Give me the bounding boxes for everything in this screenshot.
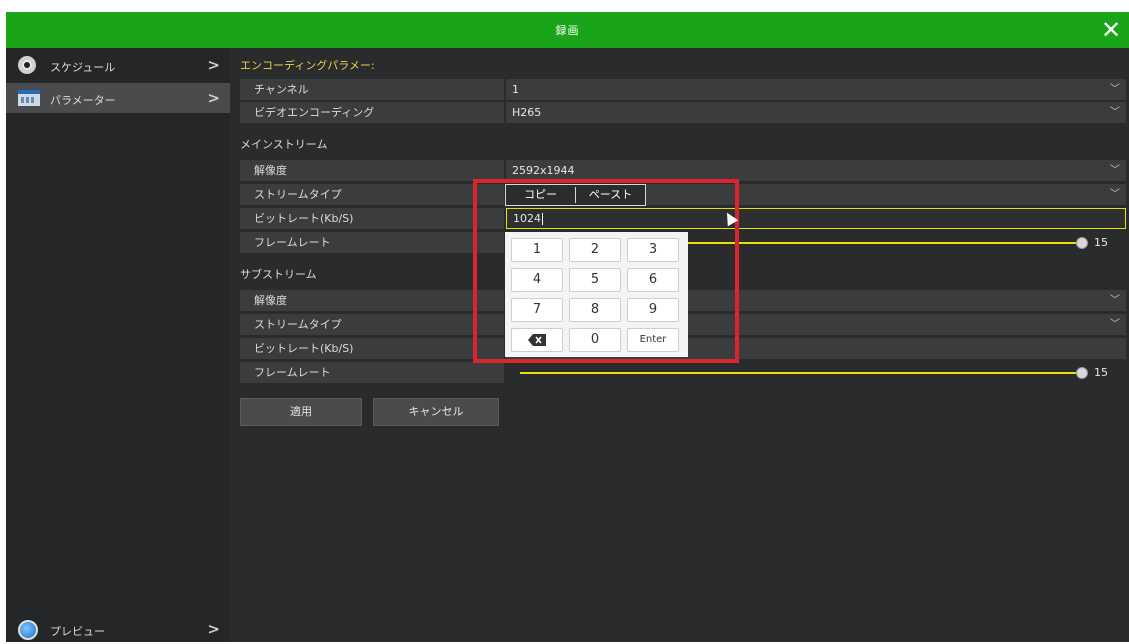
video-encoding-value: H265 — [512, 106, 542, 119]
sub-framerate-label: フレームレート — [240, 362, 504, 383]
channel-value: 1 — [512, 83, 519, 96]
channel-row: チャンネル 1 ﹀ — [240, 79, 1126, 101]
main-resolution-label: 解像度 — [240, 160, 504, 181]
sub-resolution-label: 解像度 — [240, 290, 504, 311]
chevron-down-icon: ﹀ — [1110, 295, 1120, 306]
main-stream-type-label: ストリームタイプ — [240, 184, 504, 205]
sidebar-item-preview[interactable]: プレビュー > — [6, 614, 230, 644]
sub-framerate-row: フレームレート 15 — [240, 362, 1126, 384]
chevron-down-icon: ﹀ — [1110, 165, 1120, 176]
sub-bitrate-label: ビットレート(Kb/S) — [240, 338, 504, 359]
chevron-down-icon: ﹀ — [1110, 84, 1120, 95]
slider-track — [520, 372, 1082, 374]
main-framerate-value: 15 — [1094, 236, 1108, 249]
encoding-heading: エンコーディングパラメー: — [240, 59, 375, 72]
slider-handle[interactable] — [1076, 237, 1088, 249]
chevron-down-icon: ﹀ — [1110, 319, 1120, 330]
main-framerate-label: フレームレート — [240, 232, 504, 253]
main-resolution-value: 2592x1944 — [512, 164, 575, 177]
chevron-down-icon: ﹀ — [1110, 189, 1120, 200]
chevron-down-icon: ﹀ — [1110, 107, 1120, 118]
window-title: 録画 — [555, 24, 580, 37]
chevron-right-icon: > — [207, 56, 220, 74]
title-bar: 録画 ✕ — [6, 12, 1129, 48]
main-stream-heading: メインストリーム — [240, 138, 328, 151]
chevron-right-icon: > — [207, 620, 220, 638]
video-encoding-label: ビデオエンコーディング — [240, 102, 504, 123]
calendar-icon — [18, 90, 40, 106]
chevron-right-icon: > — [207, 89, 220, 107]
main-resolution-select[interactable]: 2592x1944 ﹀ — [506, 160, 1126, 181]
video-encoding-select[interactable]: H265 ﹀ — [506, 102, 1126, 123]
sidebar-item-label: スケジュール — [50, 61, 116, 74]
close-icon[interactable]: ✕ — [1097, 16, 1125, 44]
sub-stream-type-label: ストリームタイプ — [240, 314, 504, 335]
video-encoding-row: ビデオエンコーディング H265 ﹀ — [240, 102, 1126, 124]
camera-icon — [18, 56, 36, 74]
channel-label: チャンネル — [240, 79, 504, 100]
sub-framerate-slider[interactable]: 15 — [506, 362, 1126, 383]
sub-stream-heading: サブストリーム — [240, 268, 317, 281]
apply-button[interactable]: 適用 — [240, 398, 362, 426]
main-bitrate-label: ビットレート(Kb/S) — [240, 208, 504, 229]
sidebar-item-parameters[interactable]: パラメーター > — [6, 83, 230, 113]
highlight-box — [473, 179, 739, 363]
sub-framerate-value: 15 — [1094, 366, 1108, 379]
sidebar-item-schedule[interactable]: スケジュール > — [6, 50, 230, 80]
slider-handle[interactable] — [1076, 367, 1088, 379]
cancel-button[interactable]: キャンセル — [373, 398, 499, 426]
sidebar-item-label: パラメーター — [50, 94, 116, 107]
sidebar: スケジュール > パラメーター > プレビュー > — [6, 48, 230, 642]
preview-icon — [18, 620, 38, 640]
sidebar-item-label: プレビュー — [50, 625, 105, 638]
channel-select[interactable]: 1 ﹀ — [506, 79, 1126, 100]
